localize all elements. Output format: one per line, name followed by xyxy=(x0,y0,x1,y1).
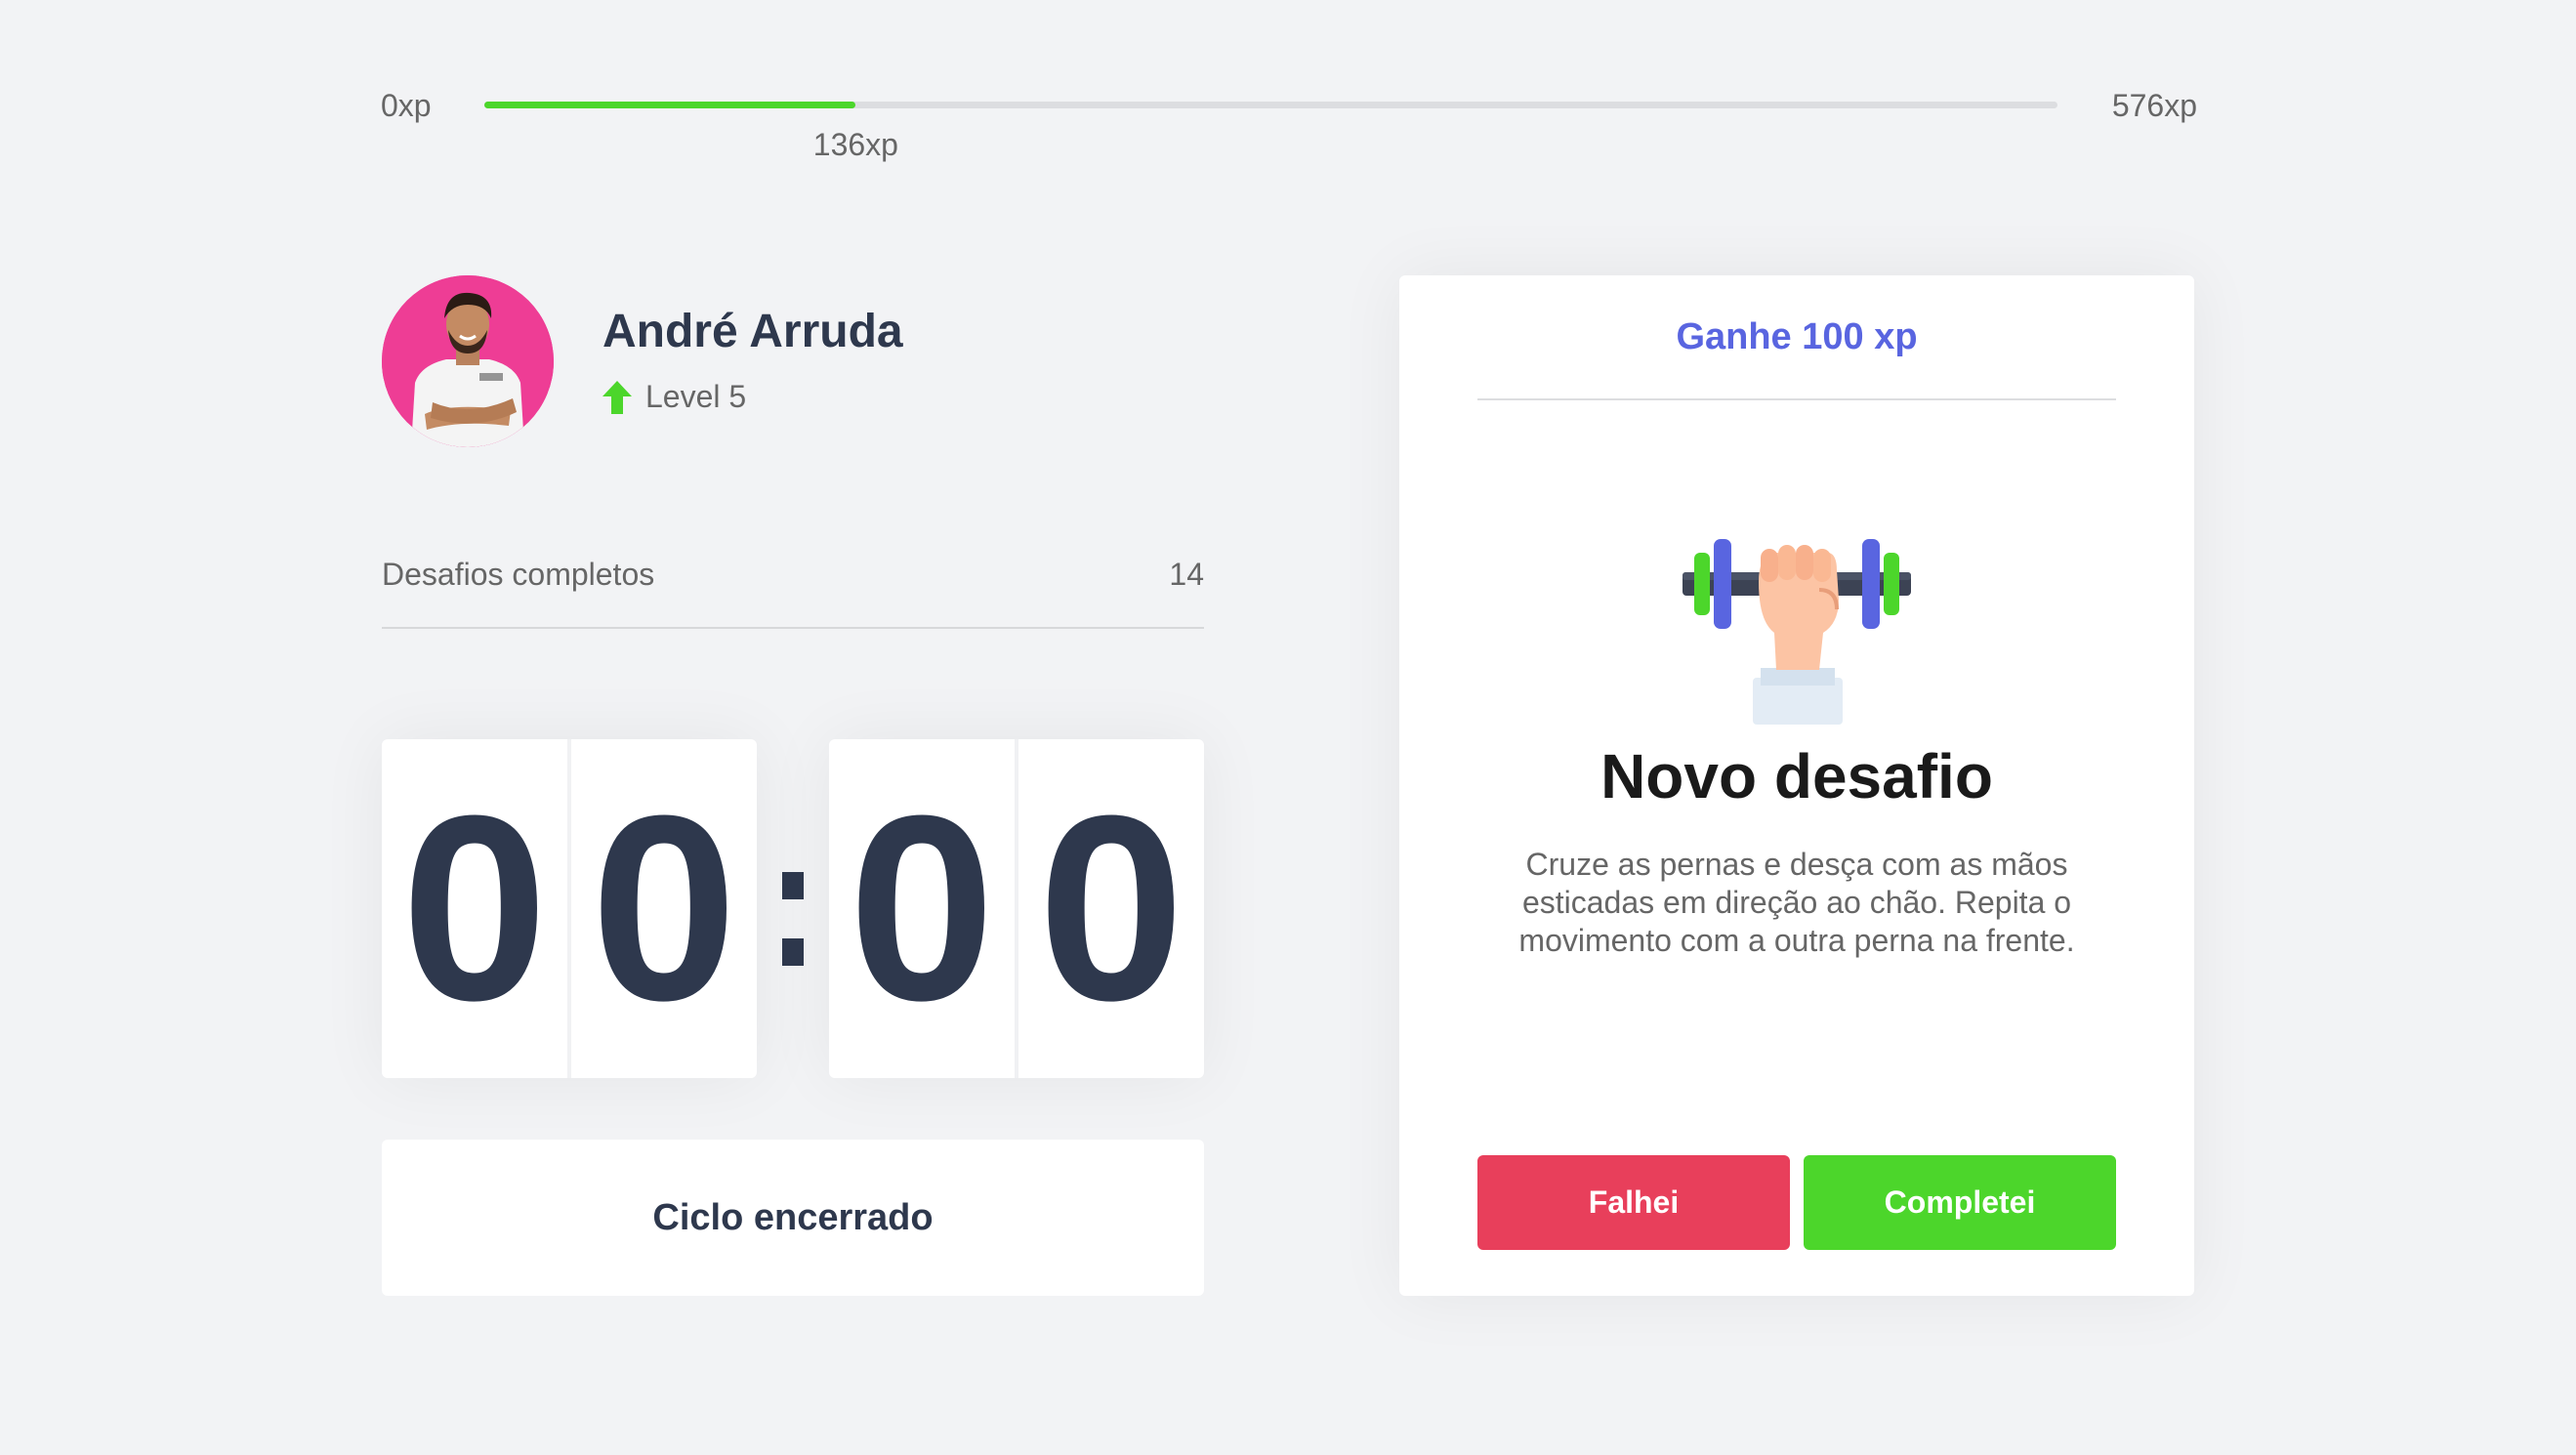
countdown-minute-tens: 0 xyxy=(382,739,571,1078)
profile-name: André Arruda xyxy=(602,306,903,357)
challenge-description: Cruze as pernas e desça com as mãos esti… xyxy=(1518,847,2075,958)
level-label: Level 5 xyxy=(645,379,747,414)
colon-dot xyxy=(782,872,804,899)
challenge-card: Ganhe 100 xp Novo desafio Cruze as perna… xyxy=(1399,275,2194,1296)
moveit-page: 0xp 136xp 576xp André Arruda Level 5 Des… xyxy=(0,0,2576,1455)
completed-challenges: Desafios completos 14 xyxy=(382,553,1204,629)
countdown: 0 0 0 0 xyxy=(382,739,1204,1078)
avatar xyxy=(382,275,554,447)
countdown-second-ones: 0 xyxy=(1037,761,1185,1056)
level-up-arrow-icon xyxy=(602,380,632,414)
cycle-ended-button[interactable]: Ciclo encerrado xyxy=(382,1140,1204,1296)
countdown-second-tens: 0 xyxy=(829,739,1018,1078)
challenge-reward: Ganhe 100 xp xyxy=(1477,275,2116,400)
dumbbell-icon xyxy=(1683,539,1911,725)
level: Level 5 xyxy=(602,379,746,415)
completed-challenges-label: Desafios completos xyxy=(382,557,655,592)
xp-progress-fill xyxy=(484,102,856,108)
countdown-seconds: 0 0 xyxy=(829,739,1204,1078)
experience-bar: 0xp 136xp 576xp xyxy=(381,82,2197,162)
complete-button[interactable]: Completei xyxy=(1804,1155,2116,1250)
avatar-person-illustration xyxy=(382,275,554,447)
challenge-title: Novo desafio xyxy=(1600,741,1993,811)
completed-challenges-count: 14 xyxy=(1169,557,1204,592)
xp-track xyxy=(484,102,2057,108)
profile: André Arruda Level 5 xyxy=(382,275,1204,447)
xp-max-label: 576xp xyxy=(2111,88,2197,123)
countdown-separator xyxy=(776,872,810,966)
xp-current-label: 136xp xyxy=(812,127,898,162)
countdown-minute-ones: 0 xyxy=(590,761,738,1056)
colon-dot xyxy=(782,938,804,966)
xp-min-label: 0xp xyxy=(381,88,432,123)
countdown-minutes: 0 0 xyxy=(382,739,757,1078)
fail-button[interactable]: Falhei xyxy=(1477,1155,1790,1250)
